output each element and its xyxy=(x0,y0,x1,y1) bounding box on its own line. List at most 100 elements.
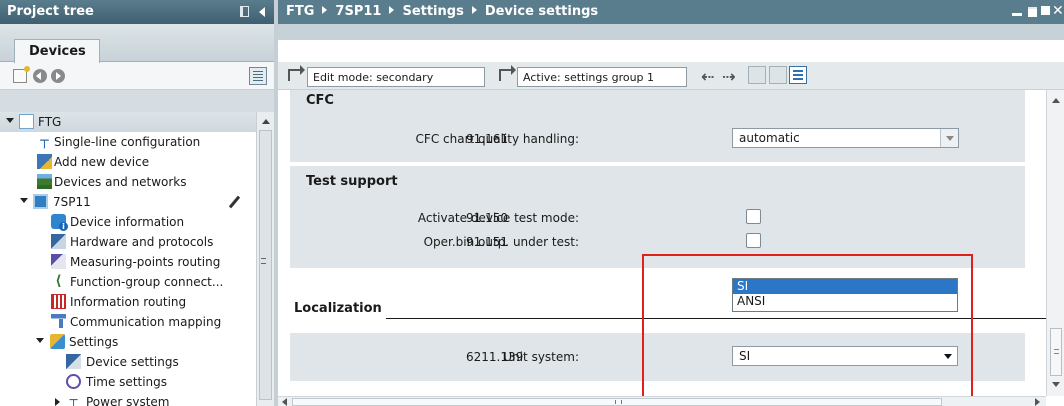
unit-system-select[interactable]: SI xyxy=(732,346,958,366)
scroll-down-icon[interactable] xyxy=(1052,382,1060,387)
tree-item-time-settings[interactable]: Time settings xyxy=(0,372,256,392)
overview-icon[interactable] xyxy=(249,67,267,85)
collapse-panel-icon[interactable] xyxy=(259,7,265,17)
tree-item-communication-mapping[interactable]: Communication mapping xyxy=(0,312,256,332)
tree-item-label: Information routing xyxy=(70,295,187,309)
maximize-icon[interactable] xyxy=(1040,5,1052,17)
group-cfc: CFC xyxy=(290,90,1025,162)
minimize-icon[interactable] xyxy=(1012,5,1024,17)
compare-view-icon[interactable] xyxy=(748,66,766,84)
select-value: automatic xyxy=(739,131,800,145)
param-label: Oper.bin.outp. under test: xyxy=(423,235,579,249)
breadcrumb-item[interactable]: 7SP11 xyxy=(335,4,381,19)
information-routing-icon xyxy=(51,294,66,309)
tree-item-information-routing[interactable]: Information routing xyxy=(0,292,256,312)
power-system-icon: ┬ xyxy=(69,393,78,406)
tree-item-label: Settings xyxy=(69,335,119,349)
tree-item-hardware-and-protocols[interactable]: Hardware and protocols xyxy=(0,232,256,252)
tree-item-device-settings[interactable]: Device settings xyxy=(0,352,256,372)
chevron-right-icon xyxy=(322,6,328,14)
tree-item-label: Time settings xyxy=(86,375,168,389)
tree-item-ftg[interactable]: FTG xyxy=(0,112,256,132)
forward-icon[interactable] xyxy=(51,69,65,83)
project-tree-header-strip xyxy=(0,90,274,112)
expand-arrow-icon[interactable] xyxy=(6,118,14,123)
device-icon xyxy=(33,194,48,209)
section-title: Localization xyxy=(294,301,382,316)
project-tree-title: Project tree xyxy=(7,4,94,19)
scroll-up-icon[interactable] xyxy=(262,119,270,124)
tree-item-settings[interactable]: Settings xyxy=(0,332,256,352)
breadcrumb-item[interactable]: Settings xyxy=(402,4,463,19)
time-icon xyxy=(66,374,81,389)
arrow-left-icon[interactable]: ⇠ xyxy=(701,67,714,86)
project-tree-title-bar: Project tree xyxy=(0,0,274,24)
tree-scrollbar[interactable] xyxy=(256,112,274,406)
tree-item-label: Communication mapping xyxy=(70,315,222,329)
redirect-arrow-icon[interactable] xyxy=(288,65,305,81)
chevron-down-icon[interactable] xyxy=(940,129,958,147)
param-label: Unit system: xyxy=(503,350,579,364)
param-row-unit-system: 6211.139 Unit system: SI xyxy=(290,346,1025,368)
scroll-left-icon[interactable] xyxy=(282,398,287,406)
scroll-thumb[interactable] xyxy=(259,130,272,400)
tree-item-label: Devices and networks xyxy=(54,175,187,189)
expand-arrow-icon[interactable] xyxy=(36,338,44,343)
folder-icon xyxy=(19,114,34,129)
editor-title-bar: FTG 7SP11 Settings Device settings ✕ xyxy=(278,0,1064,40)
param-row-test-mode: 91.150 Activate device test mode: xyxy=(290,207,1025,229)
tree-item-device-information[interactable]: Device information xyxy=(0,212,256,232)
tree-item-add-new-device[interactable]: Add new device xyxy=(0,152,256,172)
breadcrumb-item[interactable]: Device settings xyxy=(485,4,598,19)
tree-item-label: Measuring-points routing xyxy=(70,255,221,269)
expand-arrow-icon[interactable] xyxy=(55,398,60,406)
chevron-down-icon[interactable] xyxy=(939,347,957,365)
select-value: SI xyxy=(739,349,751,363)
pin-icon[interactable] xyxy=(240,6,249,17)
param-label: CFC chart quality handling: xyxy=(415,132,579,146)
device-settings-icon xyxy=(66,354,81,369)
back-icon[interactable] xyxy=(33,69,47,83)
bin-outp-test-checkbox[interactable] xyxy=(746,233,761,248)
tree-item-power-system[interactable]: ┬ Power system xyxy=(0,392,256,406)
test-mode-checkbox[interactable] xyxy=(746,209,761,224)
group-title: Test support xyxy=(306,174,398,189)
filter-view-icon[interactable] xyxy=(769,66,787,84)
grip-icon xyxy=(615,400,622,404)
scroll-thumb[interactable] xyxy=(1050,328,1062,376)
group-title: CFC xyxy=(306,93,334,108)
list-view-icon[interactable] xyxy=(789,66,807,84)
param-label: Activate device test mode: xyxy=(417,211,579,225)
tree-item-devices-and-networks[interactable]: Devices and networks xyxy=(0,172,256,192)
tree-item-label: Add new device xyxy=(54,155,150,169)
dropdown-option-ansi[interactable]: ANSI xyxy=(733,294,957,309)
edit-mode-field[interactable]: Edit mode: secondary xyxy=(307,67,485,87)
tree-item-7sp11[interactable]: 7SP11 xyxy=(0,192,256,212)
section-divider xyxy=(386,318,1046,319)
scroll-thumb[interactable] xyxy=(292,398,942,406)
param-row-cfc-quality: 91.161 CFC chart quality handling: autom… xyxy=(290,128,1025,150)
active-settings-group-field[interactable]: Active: settings group 1 xyxy=(517,67,687,87)
cfc-quality-select[interactable]: automatic xyxy=(732,128,959,148)
tree-item-label: Power system xyxy=(86,395,170,406)
single-line-icon: ┬ xyxy=(40,133,49,149)
tree-item-function-group-connect[interactable]: ⟨ Function-group connect... xyxy=(0,272,256,292)
breadcrumb-item[interactable]: FTG xyxy=(286,4,314,19)
scroll-right-icon[interactable] xyxy=(1035,398,1040,406)
unit-system-dropdown-list: SI ANSI xyxy=(732,278,958,312)
float-window-icon[interactable] xyxy=(1027,5,1039,17)
tree-item-single-line-configuration[interactable]: ┬ Single-line configuration xyxy=(0,132,256,152)
redirect-arrow-icon[interactable] xyxy=(499,65,516,81)
param-row-bin-outp: 91.151 Oper.bin.outp. under test: xyxy=(290,231,1025,253)
chevron-right-icon xyxy=(389,6,395,14)
expand-arrow-icon[interactable] xyxy=(20,198,28,203)
dropdown-option-si[interactable]: SI xyxy=(733,279,957,294)
tab-devices[interactable]: Devices xyxy=(14,39,100,63)
arrow-right-icon[interactable]: ⇢ xyxy=(722,67,735,86)
editor-vertical-scrollbar[interactable] xyxy=(1046,90,1064,396)
close-icon[interactable]: ✕ xyxy=(1052,4,1064,18)
scroll-up-icon[interactable] xyxy=(1052,98,1060,103)
tree-item-measuring-points-routing[interactable]: Measuring-points routing xyxy=(0,252,256,272)
editor-horizontal-scrollbar[interactable] xyxy=(278,396,1046,406)
new-project-icon[interactable] xyxy=(13,66,30,83)
